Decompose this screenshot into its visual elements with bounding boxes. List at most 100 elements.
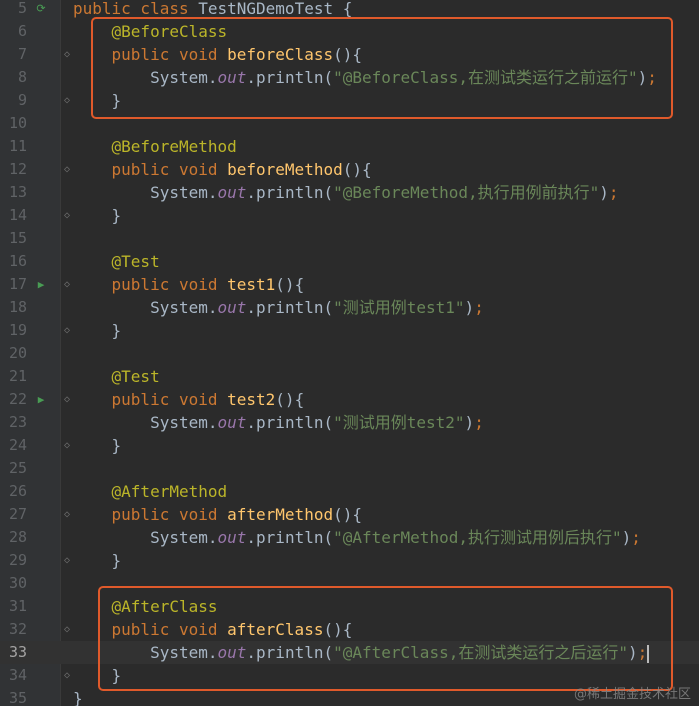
code-text: System.out.println("测试用例test1"); bbox=[73, 296, 484, 319]
code-line[interactable]: 22 ▶ ◇ public void test2(){ bbox=[0, 388, 699, 411]
fold-icon[interactable]: ◇ bbox=[60, 388, 74, 411]
code-token: "测试用例test2" bbox=[333, 413, 465, 432]
fold-icon[interactable]: ◇ bbox=[60, 549, 74, 572]
code-text: public void test2(){ bbox=[73, 388, 305, 411]
code-text: @Test bbox=[73, 250, 160, 273]
line-number: 35 bbox=[8, 689, 27, 706]
fold-icon[interactable]: ◇ bbox=[60, 158, 74, 181]
line-number: 30 bbox=[8, 574, 27, 592]
code-text: System.out.println("@AfterMethod,执行测试用例后… bbox=[73, 526, 641, 549]
fold-icon[interactable]: ◇ bbox=[60, 503, 74, 526]
line-number: 13 bbox=[8, 183, 27, 201]
code-line[interactable]: 17 ▶ ◇ public void test1(){ bbox=[0, 273, 699, 296]
code-line[interactable]: 21 @Test bbox=[0, 365, 699, 388]
run-test-icon[interactable]: ▶ bbox=[34, 388, 48, 411]
code-token: ; bbox=[474, 413, 484, 432]
code-token: ; bbox=[631, 528, 641, 547]
code-text: System.out.println("@BeforeMethod,执行用例前执… bbox=[73, 181, 619, 204]
line-number: 10 bbox=[8, 114, 27, 132]
code-token: out bbox=[217, 183, 247, 202]
code-text: } bbox=[73, 204, 122, 227]
line-number: 6 bbox=[17, 22, 27, 40]
line-number: 32 bbox=[8, 620, 27, 638]
code-line[interactable]: 25 bbox=[0, 457, 699, 480]
line-number: 21 bbox=[8, 367, 27, 385]
line-number: 26 bbox=[8, 482, 27, 500]
fold-icon[interactable]: ◇ bbox=[60, 89, 74, 112]
code-line[interactable]: 24 ◇ } bbox=[0, 434, 699, 457]
code-token: .println( bbox=[246, 528, 334, 547]
code-token: } bbox=[73, 689, 83, 706]
fold-icon[interactable]: ◇ bbox=[60, 43, 74, 66]
line-number: 14 bbox=[8, 206, 27, 224]
code-line[interactable]: 29 ◇ } bbox=[0, 549, 699, 572]
line-number: 24 bbox=[8, 436, 27, 454]
code-line[interactable]: 15 bbox=[0, 227, 699, 250]
code-token: afterMethod bbox=[227, 505, 334, 524]
fold-icon[interactable]: ◇ bbox=[60, 273, 74, 296]
code-text: @BeforeMethod bbox=[73, 135, 237, 158]
code-token: ) bbox=[599, 183, 609, 202]
code-text: public void afterMethod(){ bbox=[73, 503, 362, 526]
code-token: ; bbox=[474, 298, 484, 317]
code-editor[interactable]: 5 ⟳ public class TestNGDemoTest {6 @Before… bbox=[0, 0, 699, 706]
code-token: (){ bbox=[333, 505, 362, 524]
code-token: (){ bbox=[275, 275, 305, 294]
run-test-icon[interactable]: ▶ bbox=[34, 273, 48, 296]
code-text: public void test1(){ bbox=[73, 273, 305, 296]
fold-icon[interactable]: ◇ bbox=[60, 618, 74, 641]
fold-icon[interactable]: ◇ bbox=[60, 664, 74, 687]
code-token: ) bbox=[621, 528, 632, 547]
code-token: System. bbox=[73, 413, 218, 432]
code-text: } bbox=[73, 549, 122, 572]
code-line[interactable]: 28 System.out.println("@AfterMethod,执行测试… bbox=[0, 526, 699, 549]
code-line[interactable]: 23 System.out.println("测试用例test2"); bbox=[0, 411, 699, 434]
code-line[interactable]: 18 System.out.println("测试用例test1"); bbox=[0, 296, 699, 319]
code-line[interactable]: 16 @Test bbox=[0, 250, 699, 273]
line-number: 18 bbox=[8, 298, 27, 316]
code-token: public void bbox=[111, 505, 228, 524]
code-token: @Test bbox=[111, 367, 160, 386]
code-token: .println( bbox=[246, 183, 334, 202]
code-token: out bbox=[217, 528, 247, 547]
run-class-icon[interactable]: ⟳ bbox=[34, 0, 48, 20]
code-line[interactable]: 12 ◇ public void beforeMethod(){ bbox=[0, 158, 699, 181]
code-line[interactable]: 20 bbox=[0, 342, 699, 365]
code-token: "测试用例test1" bbox=[333, 298, 465, 317]
line-number: 17 bbox=[8, 275, 27, 293]
code-token: "@BeforeMethod,执行用例前执行" bbox=[333, 183, 600, 202]
fold-icon[interactable]: ◇ bbox=[60, 319, 74, 342]
line-number: 29 bbox=[8, 551, 27, 569]
code-token: out bbox=[217, 413, 247, 432]
fold-icon[interactable]: ◇ bbox=[60, 204, 74, 227]
code-text: } bbox=[73, 434, 122, 457]
code-token: out bbox=[217, 298, 247, 317]
fold-icon[interactable]: ◇ bbox=[60, 434, 74, 457]
code-token: System. bbox=[73, 528, 218, 547]
code-token: beforeMethod bbox=[227, 160, 343, 179]
code-line[interactable]: 26 @AfterMethod bbox=[0, 480, 699, 503]
code-line[interactable]: 19 ◇ } bbox=[0, 319, 699, 342]
code-line[interactable]: 14 ◇ } bbox=[0, 204, 699, 227]
line-number: 11 bbox=[8, 137, 27, 155]
code-text: System.out.println("测试用例test2"); bbox=[73, 411, 484, 434]
line-number: 25 bbox=[8, 459, 27, 477]
code-line[interactable]: 27 ◇ public void afterMethod(){ bbox=[0, 503, 699, 526]
line-number: 19 bbox=[8, 321, 27, 339]
code-token: ; bbox=[608, 183, 619, 202]
code-token: public class bbox=[73, 0, 199, 18]
code-token: ) bbox=[464, 413, 475, 432]
code-token: (){ bbox=[275, 390, 305, 409]
code-line[interactable]: 11 @BeforeMethod bbox=[0, 135, 699, 158]
line-number: 7 bbox=[17, 45, 27, 63]
code-token: public void bbox=[111, 275, 228, 294]
line-number: 34 bbox=[8, 666, 27, 684]
line-number: 28 bbox=[8, 528, 27, 546]
code-line[interactable]: 13 System.out.println("@BeforeMethod,执行用… bbox=[0, 181, 699, 204]
